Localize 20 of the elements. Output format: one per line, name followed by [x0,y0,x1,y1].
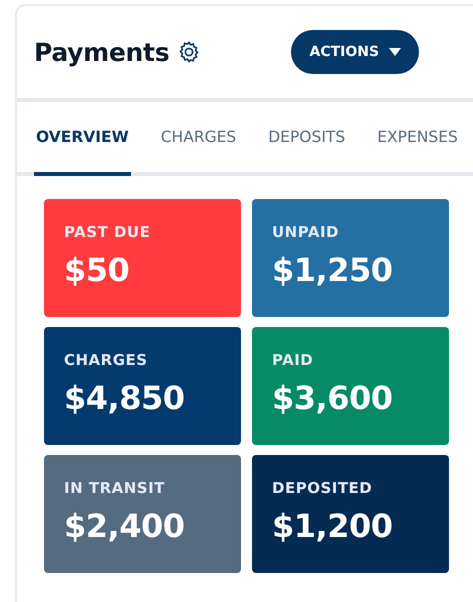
settings-icon[interactable] [177,40,202,64]
tile-amount: $1,200 [272,507,394,545]
tab[interactable]: DEPOSITS [266,102,348,176]
caret-icon [389,48,402,56]
tile-label: CHARGES [64,351,149,369]
tab[interactable]: OVERVIEW [34,102,131,176]
tile-amount: $2,400 [64,507,186,545]
tile-label: DEPOSITED [272,479,374,497]
tile-label: PAST DUE [64,223,152,241]
tile-label: UNPAID [272,223,340,241]
tile-amount: $3,600 [272,379,394,417]
tile-amount: $50 [64,251,130,289]
page-title: Payments [34,38,170,66]
tile-amount: $1,250 [272,251,394,289]
tile-amount: $4,850 [64,379,186,417]
tab[interactable]: CHARGES [158,102,238,176]
actions-button[interactable]: ACTIONS [291,30,420,74]
tile-label: PAID [272,351,314,369]
tab[interactable]: EXPENSES [375,102,460,176]
tile-label: IN TRANSIT [64,479,166,497]
